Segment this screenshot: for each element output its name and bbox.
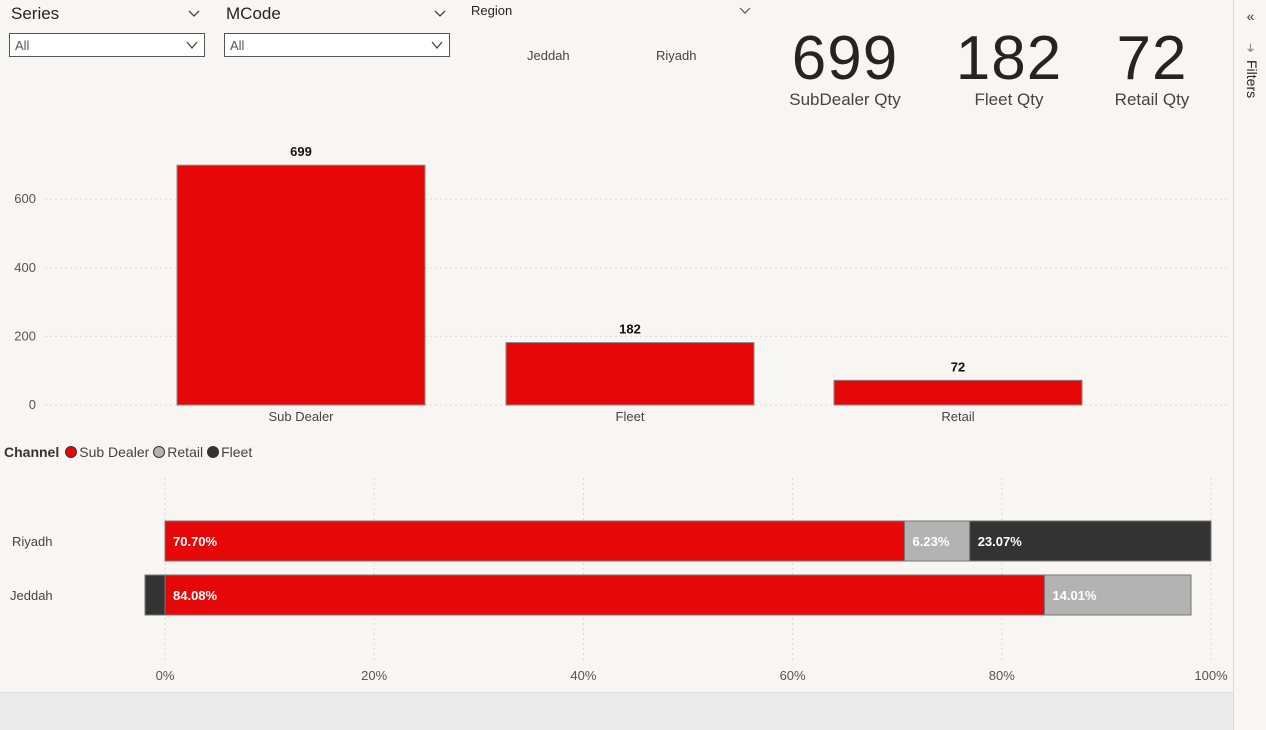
kpi-value: 699 xyxy=(791,24,899,93)
collapse-icon[interactable]: « xyxy=(1234,8,1266,24)
filters-pane-label[interactable]: Filters xyxy=(1244,60,1260,98)
mcode-dropdown-value: All xyxy=(230,38,245,53)
x-tick-label: Retail xyxy=(941,409,974,424)
legend-item-sub-dealer[interactable]: Sub Dealer xyxy=(65,444,149,460)
legend-dot-icon xyxy=(65,446,78,458)
bar-segment[interactable] xyxy=(164,520,906,562)
region-option-jeddah[interactable]: Jeddah xyxy=(527,48,570,63)
series-dropdown[interactable]: All xyxy=(9,33,205,57)
bar-segment[interactable] xyxy=(164,574,1045,616)
filters-pane[interactable]: « ⏚ Filters xyxy=(1233,0,1266,730)
mcode-dropdown[interactable]: All xyxy=(224,33,450,57)
legend-label: Retail xyxy=(167,444,204,460)
chevron-down-icon[interactable] xyxy=(187,7,201,21)
x-tick-label: 40% xyxy=(570,668,596,683)
data-label: 6.23% xyxy=(913,534,950,549)
data-label: 72 xyxy=(951,359,965,374)
chart-legend: Channel Sub Dealer Retail Fleet xyxy=(4,444,256,460)
series-dropdown-value: All xyxy=(15,38,30,53)
legend-label: Fleet xyxy=(221,444,253,460)
channel-column-chart[interactable]: 0 200 400 600 699 Sub Dealer 182 Fleet 72 Retail xyxy=(0,130,1233,430)
series-slicer[interactable]: Series All xyxy=(9,4,205,58)
legend-title: Channel xyxy=(4,444,60,460)
data-label: 182 xyxy=(619,322,641,337)
bar[interactable] xyxy=(833,379,1083,406)
data-label: 70.70% xyxy=(173,534,218,549)
x-tick-label: 0% xyxy=(156,668,175,683)
kpi-card-subdealer: 699 SubDealer Qty xyxy=(780,28,910,110)
mcode-slicer[interactable]: MCode All xyxy=(224,4,450,58)
y-tick-label: 200 xyxy=(14,328,36,343)
bar-segment[interactable] xyxy=(144,574,166,616)
y-tick-label: 0 xyxy=(29,397,36,412)
data-label: 699 xyxy=(290,144,312,159)
data-label: 84.08% xyxy=(173,588,218,603)
legend-dot-icon xyxy=(153,446,166,458)
x-tick-label: 100% xyxy=(1194,668,1228,683)
kpi-label: Fleet Qty xyxy=(974,90,1044,109)
legend-item-fleet[interactable]: Fleet xyxy=(207,444,252,460)
mcode-slicer-title: MCode xyxy=(226,4,281,23)
bar[interactable] xyxy=(176,164,426,406)
y-category-label: Jeddah xyxy=(10,588,53,603)
chevron-down-icon xyxy=(431,41,443,50)
x-tick-label: 80% xyxy=(989,668,1015,683)
kpi-value: 72 xyxy=(1116,24,1188,93)
kpi-label: SubDealer Qty xyxy=(789,90,901,109)
kpi-value: 182 xyxy=(955,24,1063,93)
chevron-down-icon[interactable] xyxy=(433,7,447,21)
report-canvas: Series All MCode All Region Jeddah Riyad… xyxy=(0,0,1233,693)
x-tick-label: Fleet xyxy=(616,409,645,424)
legend-label: Sub Dealer xyxy=(79,444,150,460)
region-option-riyadh[interactable]: Riyadh xyxy=(656,48,696,63)
x-tick-label: Sub Dealer xyxy=(268,409,334,424)
data-label: 23.07% xyxy=(978,534,1023,549)
region-slicer-title: Region xyxy=(471,3,513,18)
legend-dot-icon xyxy=(207,446,220,458)
kpi-card-retail: 72 Retail Qty xyxy=(1097,28,1207,110)
data-label: 14.01% xyxy=(1052,588,1097,603)
chevron-down-icon[interactable] xyxy=(739,6,751,16)
chevron-down-icon xyxy=(186,41,198,50)
kpi-card-fleet: 182 Fleet Qty xyxy=(944,28,1074,110)
filter-icon: ⏚ xyxy=(1245,44,1256,55)
series-slicer-title: Series xyxy=(11,4,60,23)
x-tick-label: 60% xyxy=(780,668,806,683)
y-category-label: Riyadh xyxy=(12,534,52,549)
y-tick-label: 400 xyxy=(14,260,36,275)
region-stacked-bar-chart[interactable]: 0% 20% 40% 60% 80% 100% Riyadh 70.70% 6.23% 23.07… xyxy=(0,470,1233,692)
legend-item-retail[interactable]: Retail xyxy=(153,444,203,460)
bar[interactable] xyxy=(505,342,755,406)
kpi-label: Retail Qty xyxy=(1114,90,1190,109)
y-tick-label: 600 xyxy=(14,191,36,206)
x-tick-label: 20% xyxy=(361,668,387,683)
